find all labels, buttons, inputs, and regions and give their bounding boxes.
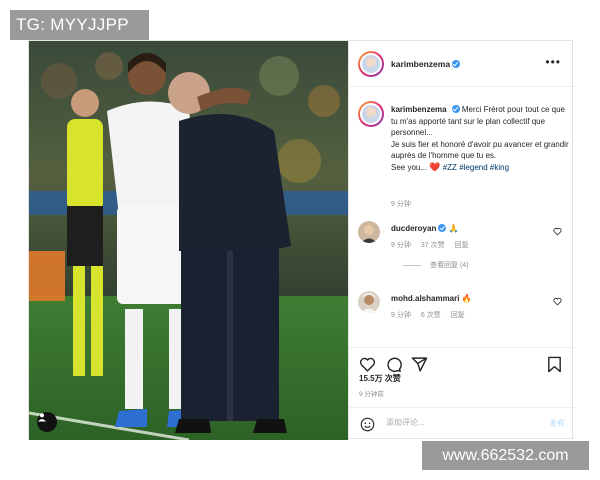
add-comment-bar: 发布	[349, 407, 575, 440]
comment-input[interactable]	[386, 418, 526, 427]
watermark-top: TG: MYYJJPP	[10, 10, 149, 40]
comment-likes[interactable]: 6 次赞	[421, 312, 441, 319]
instagram-post: karimbenzema ••• karimbenzema Merci Frér…	[28, 40, 575, 440]
likes-count[interactable]: 15.5万 次赞	[359, 373, 401, 384]
reply-button[interactable]: 回复	[455, 242, 469, 249]
photo-illustration	[29, 41, 348, 440]
watermark-bottom: www.662532.com	[422, 441, 589, 470]
caption-username[interactable]: karimbenzema	[391, 105, 447, 114]
post-username[interactable]: karimbenzema	[391, 59, 461, 69]
like-heart-icon[interactable]	[359, 356, 376, 373]
caption-sign-off: See you...	[391, 162, 428, 172]
comment-username[interactable]: ducderoyan 🙏	[391, 224, 459, 233]
comment-emoji: 🙏	[448, 224, 459, 233]
post-photo[interactable]	[29, 41, 348, 440]
caption-text: karimbenzema Merci Frérot pour tout ce q…	[391, 104, 569, 173]
comment-emoji: 🔥	[461, 294, 472, 303]
reply-button[interactable]: 回复	[451, 312, 465, 319]
comment-time: 9 分钟	[391, 312, 411, 319]
comment-meta: 9 分钟 6 次赞 回复	[391, 310, 475, 320]
verified-badge-icon	[452, 60, 461, 68]
heart-emoji: ❤️	[429, 161, 441, 172]
avatar[interactable]	[358, 291, 380, 313]
post-comment-button[interactable]: 发布	[549, 418, 565, 429]
share-send-icon[interactable]	[411, 356, 428, 373]
verified-badge-icon	[451, 105, 460, 113]
post-header: karimbenzema •••	[349, 41, 575, 87]
comment-meta: 9 分钟 37 次赞 回复	[391, 240, 479, 250]
comment-bubble-icon[interactable]	[385, 356, 402, 373]
post-sidebar: karimbenzema ••• karimbenzema Merci Frér…	[348, 41, 575, 440]
hashtag-link[interactable]: #king	[490, 163, 509, 172]
verified-badge-icon	[438, 224, 447, 232]
avatar[interactable]	[358, 51, 384, 77]
hashtag-link[interactable]: #ZZ	[443, 163, 457, 172]
caption-line-2: Je suis fier et honoré d'avoir pu avance…	[391, 139, 569, 161]
more-horizontal-icon[interactable]: •••	[545, 56, 561, 68]
bookmark-icon[interactable]	[546, 356, 563, 373]
heart-outline-icon[interactable]	[553, 227, 562, 236]
user-tag-icon[interactable]	[37, 412, 57, 432]
hashtag-link[interactable]: #legend	[459, 163, 487, 172]
emoji-smiley-icon[interactable]	[360, 417, 375, 432]
comment-username[interactable]: mohd.alshammari 🔥	[391, 294, 472, 303]
comment-likes[interactable]: 37 次赞	[421, 242, 445, 249]
avatar[interactable]	[358, 221, 380, 243]
comment-time: 9 分钟	[391, 242, 411, 249]
avatar[interactable]	[358, 101, 384, 127]
heart-outline-icon[interactable]	[553, 297, 562, 306]
view-replies-link[interactable]: 查看回复 (4)	[403, 260, 469, 270]
post-timestamp: 9 分钟前	[359, 391, 384, 398]
caption-time: 9 分钟	[391, 201, 411, 208]
